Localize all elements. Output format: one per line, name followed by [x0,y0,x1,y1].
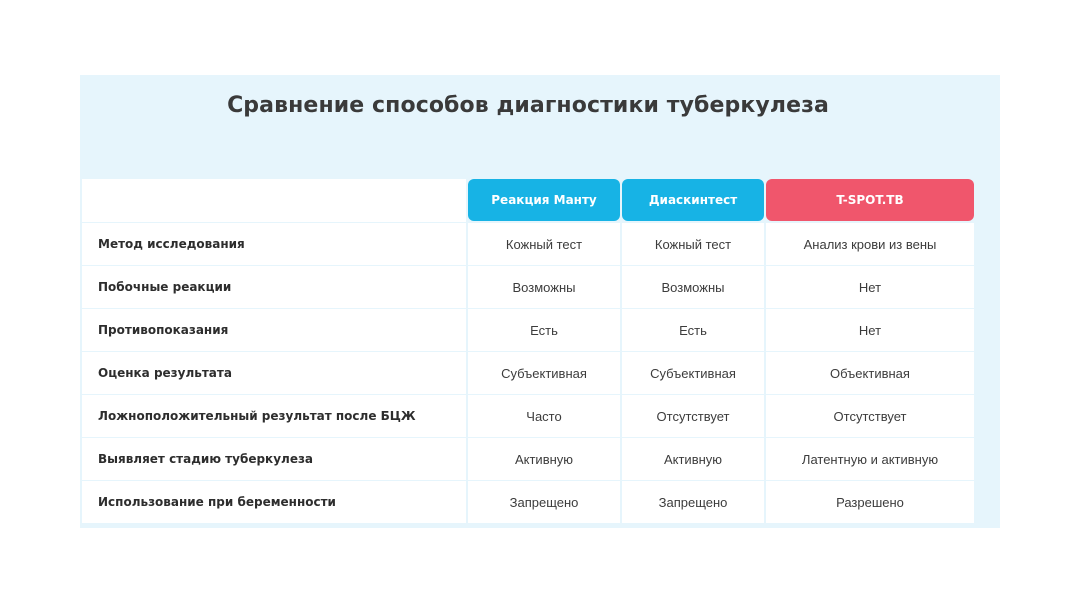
header-diaskintest: Диаскинтест [622,179,764,221]
cell-diaskintest: Активную [622,438,764,480]
row-label: Использование при беременности [82,481,466,523]
header-manty: Реакция Манту [468,179,620,221]
table-row: Метод исследования Кожный тест Кожный те… [82,223,974,265]
header-tspot: T-SPOT.TB [766,179,974,221]
row-label: Метод исследования [82,223,466,265]
cell-manty: Запрещено [468,481,620,523]
table-row: Побочные реакции Возможны Возможны Нет [82,266,974,308]
cell-tspot: Анализ крови из вены [766,223,974,265]
row-label: Побочные реакции [82,266,466,308]
table-row: Оценка результата Субъективная Субъектив… [82,352,974,394]
cell-tspot: Отсутствует [766,395,974,437]
cell-diaskintest: Запрещено [622,481,764,523]
cell-manty: Субъективная [468,352,620,394]
cell-tspot: Латентную и активную [766,438,974,480]
row-label: Противопоказания [82,309,466,351]
cell-diaskintest: Есть [622,309,764,351]
cell-tspot: Нет [766,266,974,308]
table-row: Выявляет стадию туберкулеза Активную Акт… [82,438,974,480]
page-title: Сравнение способов диагностики туберкуле… [227,93,829,118]
cell-manty: Есть [468,309,620,351]
cell-manty: Возможны [468,266,620,308]
table-row: Противопоказания Есть Есть Нет [82,309,974,351]
row-label: Ложноположительный результат после БЦЖ [82,395,466,437]
row-label: Оценка результата [82,352,466,394]
cell-manty: Часто [468,395,620,437]
cell-tspot: Нет [766,309,974,351]
table-row: Ложноположительный результат после БЦЖ Ч… [82,395,974,437]
table-corner [82,179,466,222]
cell-tspot: Разрешено [766,481,974,523]
row-label: Выявляет стадию туберкулеза [82,438,466,480]
cell-manty: Активную [468,438,620,480]
cell-tspot: Объективная [766,352,974,394]
comparison-table: Реакция Манту Диаскинтест T-SPOT.TB Мето… [82,179,974,523]
cell-diaskintest: Кожный тест [622,223,764,265]
cell-diaskintest: Возможны [622,266,764,308]
cell-manty: Кожный тест [468,223,620,265]
cell-diaskintest: Субъективная [622,352,764,394]
table-row: Использование при беременности Запрещено… [82,481,974,523]
cell-diaskintest: Отсутствует [622,395,764,437]
